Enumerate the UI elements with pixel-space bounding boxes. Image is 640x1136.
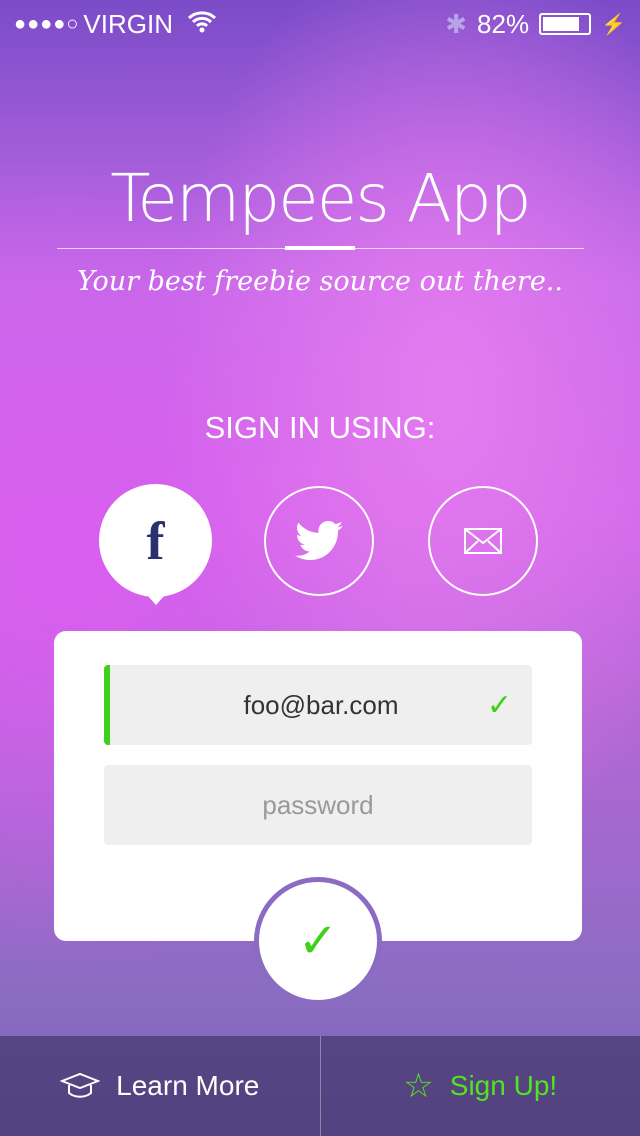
email-field[interactable]: foo@bar.com ✓ [104,665,532,745]
mail-icon [464,528,502,554]
footer-bar: Learn More ☆ Sign Up! [0,1036,640,1136]
sign-in-label: SIGN IN USING: [204,410,436,445]
email-button[interactable] [428,486,538,596]
divider-accent [285,246,355,250]
bluetooth-icon: ✱ [445,8,468,39]
battery-percent: 82% [477,8,530,39]
charging-icon: ⚡ [601,13,626,36]
star-icon: ☆ [403,1067,434,1105]
wifi-icon [187,9,217,40]
twitter-icon [295,521,343,560]
facebook-icon: f [146,510,165,571]
twitter-button[interactable] [264,486,374,596]
password-placeholder: password [262,789,374,820]
learn-more-button[interactable]: Learn More [0,1036,321,1136]
check-icon: ✓ [297,915,339,968]
facebook-button[interactable]: f [99,484,212,605]
password-field[interactable]: password [104,765,532,845]
app-title: Tempees App [110,160,531,237]
graduation-cap-icon [60,1072,101,1098]
carrier: VIRGIN [83,8,173,39]
signal-strength: ●●●●○ [14,12,80,35]
email-value: foo@bar.com [243,689,399,720]
sign-up-button[interactable]: ☆ Sign Up! [321,1036,640,1136]
tagline: Your best freebie source out there.. [77,266,563,297]
learn-more-label: Learn More [116,1070,260,1101]
status-bar: ●●●●○ VIRGIN ✱ 82% ⚡ [0,0,640,48]
sign-up-label: Sign Up! [449,1070,558,1101]
battery-icon [539,13,592,35]
check-icon: ✓ [486,688,512,722]
submit-button[interactable]: ✓ [254,877,382,1005]
